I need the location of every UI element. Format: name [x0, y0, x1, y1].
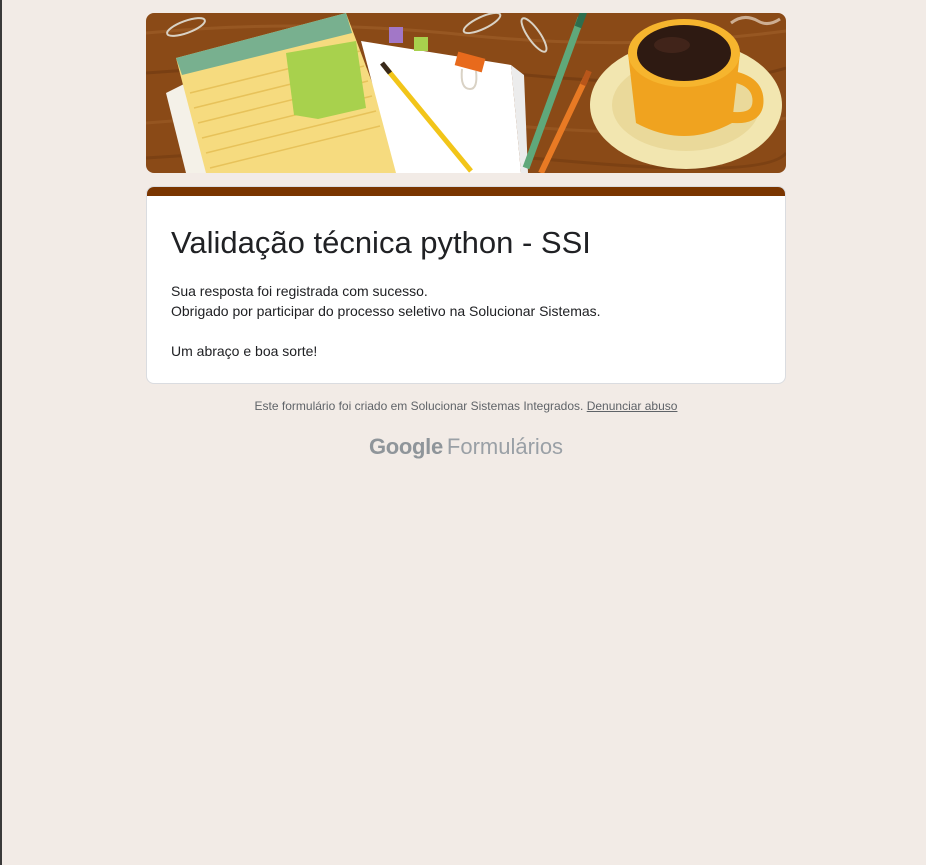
footer-created-text: Este formulário foi criado em Solucionar… [254, 399, 584, 413]
google-forms-logo[interactable]: Google Formulários [146, 434, 786, 460]
confirmation-line: Sua resposta foi registrada com sucesso. [171, 283, 428, 299]
google-wordmark: Google [368, 434, 443, 459]
report-abuse-link[interactable]: Denunciar abuso [587, 399, 678, 413]
confirmation-line: Um abraço e boa sorte! [171, 343, 318, 359]
form-title: Validação técnica python - SSI [171, 225, 591, 260]
confirmation-card: Validação técnica python - SSI Sua respo… [146, 186, 786, 384]
confirmation-message: Sua resposta foi registrada com sucesso.… [171, 281, 601, 361]
card-accent-bar [147, 187, 785, 196]
header-image [146, 13, 786, 173]
confirmation-line: Obrigado por participar do processo sele… [171, 303, 601, 319]
forms-wordmark: Formulários [446, 434, 564, 459]
footer: Este formulário foi criado em Solucionar… [146, 399, 786, 413]
